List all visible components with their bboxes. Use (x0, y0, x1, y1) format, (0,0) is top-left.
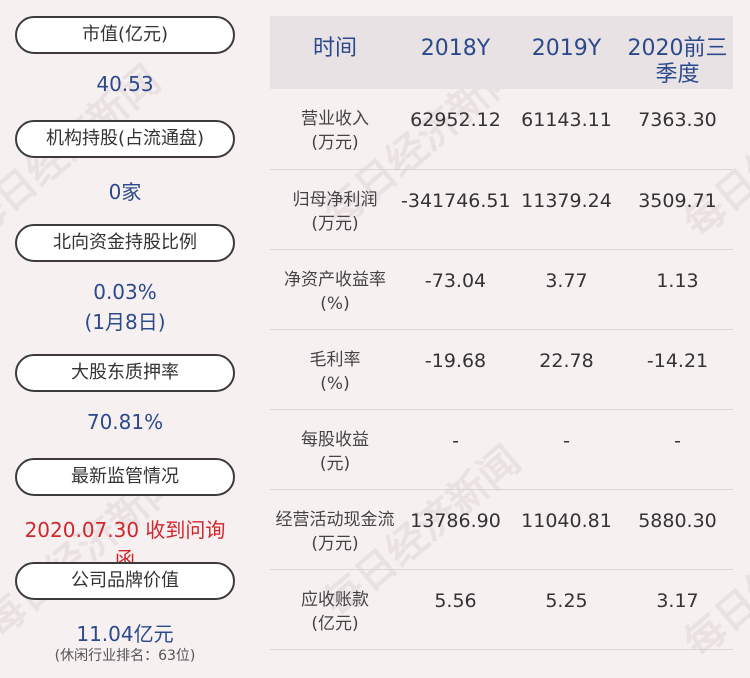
table-row: 经营活动现金流 (万元) 13786.90 11040.81 5880.30 (270, 489, 733, 570)
row-label-unit: (万元) (311, 133, 359, 153)
table-cell: 62952.12 (400, 89, 511, 170)
institution-holding-value: 0家 (108, 180, 142, 204)
header-time: 时间 (312, 36, 357, 61)
row-label: 每股收益 (元) (270, 409, 400, 490)
row-label: 毛利率 (%) (270, 329, 400, 410)
row-label-unit: (亿元) (311, 613, 359, 634)
table-cell: - (400, 409, 511, 490)
row-label-name: 净资产收益率 (284, 269, 386, 290)
row-label-name: 应收账款 (301, 589, 369, 610)
table-row: 归母净利润 (万元) -341746.51 11379.24 3509.71 (270, 169, 733, 250)
row-label-unit: (元) (319, 453, 351, 474)
table-cell: -341746.51 (400, 169, 511, 250)
institution-holding-label: 机构持股(占流通盘) (15, 120, 235, 158)
northbound-ratio-label: 北向资金持股比例 (15, 224, 235, 262)
row-label: 归母净利润 (万元) (270, 169, 400, 250)
row-label: 营业收入 (万元) (270, 89, 400, 170)
table-cell: - (622, 409, 733, 490)
table-row: 应收账款 (亿元) 5.56 5.25 3.17 (270, 569, 733, 650)
northbound-ratio-date: (1月8日) (84, 310, 166, 334)
market-cap-label: 市值(亿元) (15, 16, 235, 54)
brand-value-value: 11.04亿元 (76, 622, 174, 646)
northbound-ratio-value: 0.03% (93, 280, 157, 304)
table-cell: 3.17 (622, 569, 733, 650)
table-cell: 5.56 (400, 569, 511, 650)
row-label-unit: (万元) (311, 533, 359, 554)
financial-table: 时间 2018Y 2019Y 2020前三季度 营业收入 (万元) 62952.12… (270, 16, 733, 650)
row-label: 经营活动现金流 (万元) (270, 489, 400, 570)
pledge-ratio-value: 70.81% (86, 410, 164, 434)
table-cell: 5880.30 (622, 489, 733, 570)
table-row: 每股收益 (元) - - - (270, 409, 733, 490)
table-cell: 22.78 (511, 329, 622, 410)
table-cell: 7363.30 (622, 89, 733, 170)
row-label-name: 毛利率 (309, 349, 361, 370)
table-cell: -73.04 (400, 249, 511, 330)
table-cell: 3.77 (511, 249, 622, 330)
table-row: 营业收入 (万元) 62952.12 61143.11 7363.30 (270, 89, 733, 170)
regulation-label: 最新监管情况 (15, 458, 235, 496)
table-cell: - (511, 409, 622, 490)
table-cell: 11379.24 (511, 169, 622, 250)
brand-rank-note: (休闲行业排名：63位) (54, 648, 196, 664)
table-row: 毛利率 (%) -19.68 22.78 -14.21 (270, 329, 733, 410)
table-cell: 5.25 (511, 569, 622, 650)
row-label-name: 归母净利润 (292, 189, 378, 210)
table-cell: 1.13 (622, 249, 733, 330)
table-cell: 11040.81 (511, 489, 622, 570)
row-label: 净资产收益率 (%) (270, 249, 400, 330)
table-cell: 13786.90 (400, 489, 511, 570)
header-2020q3: 2020前三季度 (627, 36, 728, 87)
row-label-unit: (万元) (311, 213, 359, 234)
header-2019: 2019Y (531, 36, 602, 61)
table-row: 净资产收益率 (%) -73.04 3.77 1.13 (270, 249, 733, 330)
table-cell: -14.21 (622, 329, 733, 410)
row-label-name: 营业收入 (301, 109, 369, 129)
table-header-row: 时间 2018Y 2019Y 2020前三季度 (270, 16, 733, 89)
table-cell: -19.68 (400, 329, 511, 410)
row-label: 应收账款 (亿元) (270, 569, 400, 650)
market-cap-value: 40.53 (96, 72, 154, 96)
row-label-unit: (%) (320, 293, 350, 314)
table-cell: 61143.11 (511, 89, 622, 170)
table-cell: 3509.71 (622, 169, 733, 250)
header-2018: 2018Y (420, 36, 491, 61)
row-label-name: 每股收益 (301, 429, 369, 450)
pledge-ratio-label: 大股东质押率 (15, 354, 235, 392)
row-label-unit: (%) (320, 373, 350, 394)
brand-value-label: 公司品牌价值 (15, 562, 235, 600)
row-label-name: 经营活动现金流 (275, 509, 395, 530)
